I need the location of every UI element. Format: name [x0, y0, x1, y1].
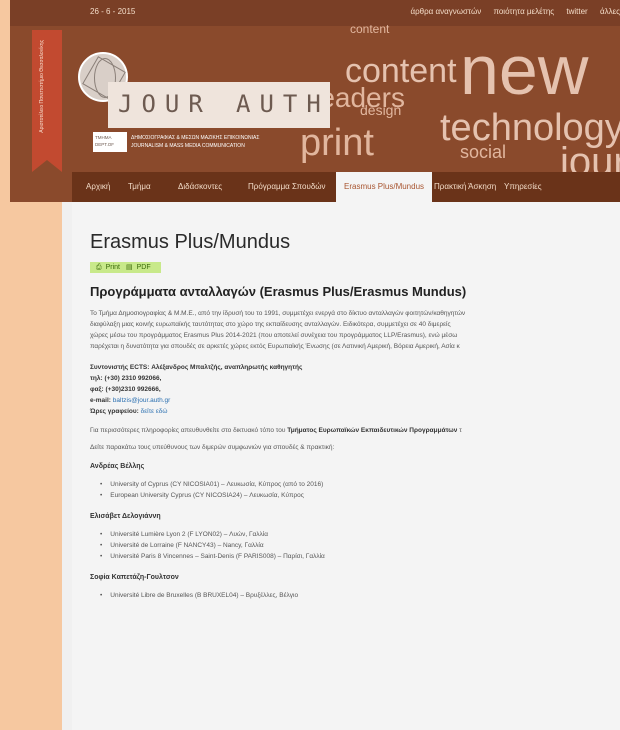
paragraph-line: χώρες μέσω του προγράμματος Erasmus Plus… — [90, 332, 458, 339]
more-info-line: Για περισσότερες πληροφορίες απευθυνθείτ… — [90, 427, 620, 434]
dept-name: ΔΗΜΟΣΙΟΓΡΑΦΙΑΣ & ΜΕΣΩΝ ΜΑΖΙΚΗΣ ΕΠΙΚΟΙΝΩΝ… — [131, 134, 259, 150]
hours-label: Ώρες γραφείου: — [90, 408, 139, 415]
date-label: 26 - 6 - 2015 — [90, 7, 136, 16]
dept-name-english: JOURNALISM & MASS MEDIA COMMUNICATION — [131, 143, 245, 149]
left-margin — [10, 202, 62, 730]
dept-name-greek: ΔΗΜΟΣΙΟΓΡΑΦΙΑΣ & ΜΕΣΩΝ ΜΑΖΙΚΗΣ ΕΠΙΚΟΙΝΩΝ… — [131, 135, 260, 141]
institution-item: Université Libre de Bruxelles (B BRUXEL0… — [100, 590, 620, 601]
hours-link[interactable]: δείτε εδώ — [141, 408, 168, 415]
page-title: Erasmus Plus/Mundus — [90, 231, 291, 253]
cloud-word: new — [460, 31, 589, 109]
institution-list: Université Lumière Lyon 2 (F LYON02) – Λ… — [100, 529, 620, 562]
institution-item: University of Cyprus (CY NICOSIA01) – Λε… — [100, 479, 620, 490]
email-link[interactable]: baltzis@jour.auth.gr — [113, 397, 171, 404]
main-nav: Αρχική Τμήμα Διδάσκοντες Πρόγραμμα Σπουδ… — [72, 172, 620, 202]
print-link[interactable]: Print — [106, 264, 120, 271]
intro-paragraph: Το Τμήμα Δημοσιογραφίας & Μ.Μ.Ε., από τη… — [90, 308, 620, 352]
phone: τηλ: (+30) 2310 992066, — [90, 375, 162, 382]
email-label: e-mail: — [90, 397, 111, 404]
coordinator-name: Ελισάβετ Δελογιάννη — [90, 513, 161, 520]
university-ribbon: Αριστοτέλειο Πανεπιστήμιο Θεσσαλονίκης — [32, 30, 62, 172]
cloud-word: social — [460, 142, 507, 162]
top-link[interactable]: twitter — [566, 7, 587, 16]
cloud-word: design — [360, 102, 402, 118]
nav-item-services[interactable]: Υπηρεσίες — [504, 172, 542, 202]
fax: φαξ: (+30)2310 992666, — [90, 386, 161, 393]
print-pdf-bar: ⎙ Print ▤ PDF — [90, 262, 161, 273]
nav-item-department[interactable]: Τμήμα — [128, 172, 151, 202]
dept-label: ΤΜΗΜΑ DEPT.OF — [93, 132, 127, 152]
logo-word-jour: JOUR — [118, 90, 212, 118]
institution-list: University of Cyprus (CY NICOSIA01) – Λε… — [100, 479, 620, 501]
site-header: 26 - 6 - 2015 άρθρα αναγνωστών ποιότητα … — [10, 0, 620, 202]
top-link[interactable]: ποιότητα μελέτης — [493, 7, 554, 16]
more-info-text: Για περισσότερες πληροφορίες απευθυνθείτ… — [90, 427, 286, 434]
main-content: Erasmus Plus/Mundus ⎙ Print ▤ PDF Προγράμμ… — [72, 202, 620, 730]
nav-item-internship[interactable]: Πρακτική Άσκηση — [434, 172, 496, 202]
nav-item-curriculum[interactable]: Πρόγραμμα Σπουδών — [248, 172, 326, 202]
logo-word-auth: AUTH — [236, 90, 330, 118]
ribbon-text: Αριστοτέλειο Πανεπιστήμιο Θεσσαλονίκης — [39, 40, 45, 133]
top-link[interactable]: άλλες — [600, 7, 620, 16]
section-heading: Προγράμματα ανταλλαγών (Erasmus Plus/Era… — [90, 284, 467, 299]
logo-box[interactable]: JOUR AUTH — [108, 82, 330, 128]
pdf-icon[interactable]: ▤ — [126, 264, 133, 271]
institution-item: Université Lumière Lyon 2 (F LYON02) – Λ… — [100, 529, 620, 540]
institution-item: European University Cyprus (CY NICOSIA24… — [100, 490, 620, 501]
institution-item: Université de Lorraine (F NANCY43) – Nan… — [100, 540, 620, 551]
institution-list: Université Libre de Bruxelles (B BRUXEL0… — [100, 590, 620, 601]
coordinator: Συντονιστής ECTS: Αλέξανδρος Μπαλτζής, α… — [90, 364, 303, 371]
top-links: άρθρα αναγνωστών ποιότητα μελέτης twitte… — [400, 7, 620, 16]
logo-subtitle: ΤΜΗΜΑ DEPT.OF ΔΗΜΟΣΙΟΓΡΑΦΙΑΣ & ΜΕΣΩΝ ΜΑΖ… — [93, 132, 329, 152]
nav-item-home[interactable]: Αρχική — [86, 172, 110, 202]
print-icon[interactable]: ⎙ — [96, 264, 102, 271]
top-link[interactable]: άρθρα αναγνωστών — [410, 7, 481, 16]
paragraph-line: διαφύλαξη μιας κοινής ευρωπαϊκής ταυτότη… — [90, 321, 451, 328]
paragraph-line: Το Τμήμα Δημοσιογραφίας & Μ.Μ.Ε., από τη… — [90, 310, 466, 317]
coordinator-name: Σοφία Καπετάζη-Γουλτσον — [90, 574, 179, 581]
pdf-link[interactable]: PDF — [137, 264, 151, 271]
paragraph-line: παρέχεται η δυνατότητα για σπουδές σε αρ… — [90, 343, 460, 350]
more-info-link[interactable]: Τμήματος Ευρωπαϊκών Εκπαιδευτικών Προγρα… — [287, 427, 457, 434]
nav-item-faculty[interactable]: Διδάσκοντες — [178, 172, 222, 202]
more-info-suffix: τ — [459, 427, 462, 434]
contact-block: Συντονιστής ECTS: Αλέξανδρος Μπαλτζής, α… — [90, 362, 620, 417]
institutions-intro: Δείτε παρακάτω τους υπεύθυνους των διμερ… — [90, 444, 335, 451]
nav-item-erasmus[interactable]: Erasmus Plus/Mundus — [336, 172, 433, 202]
cloud-word: content — [350, 22, 390, 36]
browser-frame: 26 - 6 - 2015 άρθρα αναγνωστών ποιότητα … — [10, 0, 620, 730]
institution-item: Université Paris 8 Vincennes – Saint-Den… — [100, 551, 620, 562]
coordinator-name: Ανδρέας Βέλλης — [90, 463, 145, 470]
